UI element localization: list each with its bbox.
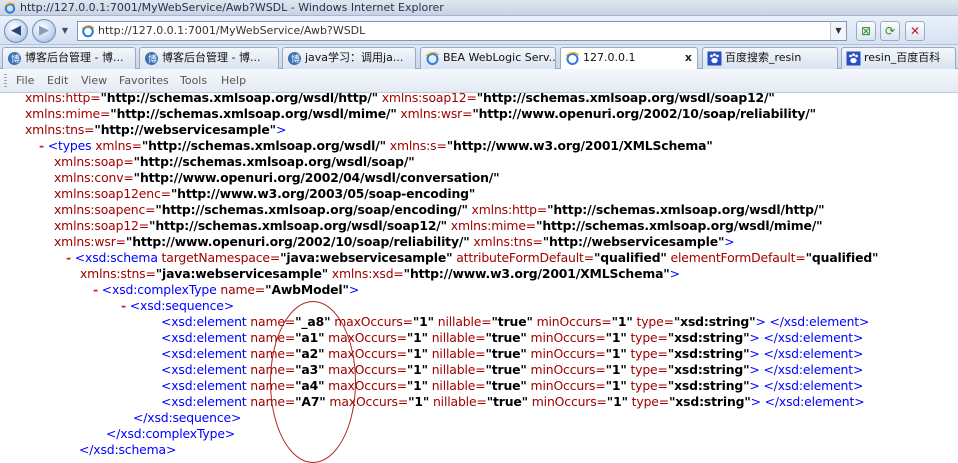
xml-line: xmlns:soap12="http://schemas.xmlsoap.org… [54,218,823,233]
tab-label: resin_百度百科 [864,51,941,64]
xml-element-row: <xsd:element name="a1" maxOccurs="1" nil… [161,330,864,345]
menu-tools[interactable]: Tools [180,74,207,87]
xml-line-complextype: - <xsd:complexType name="AwbModel"> [93,282,360,297]
tab-label: BEA WebLogic Serv... [443,51,556,64]
tab-label: 127.0.0.1 [583,51,636,64]
refresh-button[interactable]: ⟳ [880,21,900,41]
xml-line: </xsd:schema> [79,442,177,457]
tab-bar: 博 博客后台管理 - 博... 博 博客后台管理 - 博... 博 java学习… [0,45,958,70]
xml-line: xmlns:soap="http://schemas.xmlsoap.org/w… [54,154,415,169]
xml-line: xmlns:mime="http://schemas.xmlsoap.org/w… [25,106,816,121]
tab-label: 博客后台管理 - 博... [162,51,261,64]
address-dropdown-icon[interactable]: ▼ [830,22,846,40]
tab-close-icon[interactable]: x [685,48,692,68]
title-bar: http://127.0.0.1:7001/MyWebService/Awb?W… [0,0,958,16]
xml-line-schema: - <xsd:schema targetNamespace="java:webs… [66,250,879,265]
toolbar-grip-icon [4,74,7,88]
annotation-ellipse [270,301,356,463]
tab-label: 博客后台管理 - 博... [25,51,124,64]
xml-line: xmlns:http="http://schemas.xmlsoap.org/w… [25,93,775,105]
tab-localhost[interactable]: 127.0.0.1 x [560,47,698,70]
menu-edit[interactable]: Edit [47,74,68,87]
xml-line: xmlns:soapenc="http://schemas.xmlsoap.or… [54,202,825,217]
recent-pages-dropdown[interactable]: ▼ [59,23,71,39]
baidu-paw-icon [846,51,861,66]
xml-element-row: <xsd:element name="a2" maxOccurs="1" nil… [161,346,864,361]
xml-line: </xsd:sequence> [133,410,242,425]
tab-java-study[interactable]: 博 java学习：调用ja... [282,47,416,69]
address-url: http://127.0.0.1:7001/MyWebService/Awb?W… [98,24,366,37]
xml-document-view: xmlns:http="http://schemas.xmlsoap.org/w… [0,93,958,463]
xml-line: </xsd:complexType> [106,426,236,441]
ie-logo-icon [4,2,16,14]
xml-line-types: - <types xmlns="http://schemas.xmlsoap.o… [39,138,713,153]
xml-element-row: <xsd:element name="_a8" maxOccurs="1" ni… [161,314,870,329]
window-title: http://127.0.0.1:7001/MyWebService/Awb?W… [20,1,444,14]
svg-text:博: 博 [148,53,157,65]
tab-label: java学习：调用ja... [305,51,404,64]
menu-bar: File Edit View Favorites Tools Help [0,69,958,93]
ie-page-icon [565,52,580,65]
address-input[interactable]: http://127.0.0.1:7001/MyWebService/Awb?W… [77,21,847,41]
blog-icon: 博 [145,52,158,65]
blog-icon: 博 [288,52,301,65]
tab-label: 百度搜索_resin [725,51,802,64]
xml-line: xmlns:stns="java:webservicesample" xmlns… [80,266,680,281]
xml-line: xmlns:conv="http://www.openuri.org/2002/… [54,170,500,185]
menu-favorites[interactable]: Favorites [119,74,169,87]
tab-baidu-resin[interactable]: 百度搜索_resin [702,47,838,69]
xml-line: xmlns:soap12enc="http://www.w3.org/2003/… [54,186,476,201]
xml-element-row: <xsd:element name="A7" maxOccurs="1" nil… [161,394,865,409]
svg-text:博: 博 [11,53,20,65]
compatibility-view-button[interactable]: ⊠ [856,21,876,41]
xml-line: xmlns:tns="http://webservicesample"> [25,122,287,137]
xml-element-row: <xsd:element name="a4" maxOccurs="1" nil… [161,378,864,393]
xml-line: xmlns:wsr="http://www.openuri.org/2002/1… [54,234,735,249]
menu-help[interactable]: Help [221,74,246,87]
xml-element-row: <xsd:element name="a3" maxOccurs="1" nil… [161,362,864,377]
address-toolbar: ◀ ▶ ▼ http://127.0.0.1:7001/MyWebService… [0,16,958,45]
tab-blog-admin-1[interactable]: 博 博客后台管理 - 博... [2,47,136,69]
tab-blog-admin-2[interactable]: 博 博客后台管理 - 博... [139,47,279,69]
tab-resin-baike[interactable]: resin_百度百科 [841,47,956,69]
tab-bea-weblogic[interactable]: BEA WebLogic Serv... [420,47,556,69]
xml-line-sequence: - <xsd:sequence> [121,298,234,313]
stop-button[interactable]: ✕ [905,21,925,41]
page-icon [81,25,95,38]
blog-icon: 博 [8,52,21,65]
ie-page-icon [425,52,440,65]
baidu-paw-icon [707,51,722,66]
svg-text:博: 博 [291,53,300,65]
menu-view[interactable]: View [81,74,107,87]
back-button[interactable]: ◀ [4,19,28,43]
forward-button[interactable]: ▶ [32,19,56,43]
menu-file[interactable]: File [16,74,34,87]
